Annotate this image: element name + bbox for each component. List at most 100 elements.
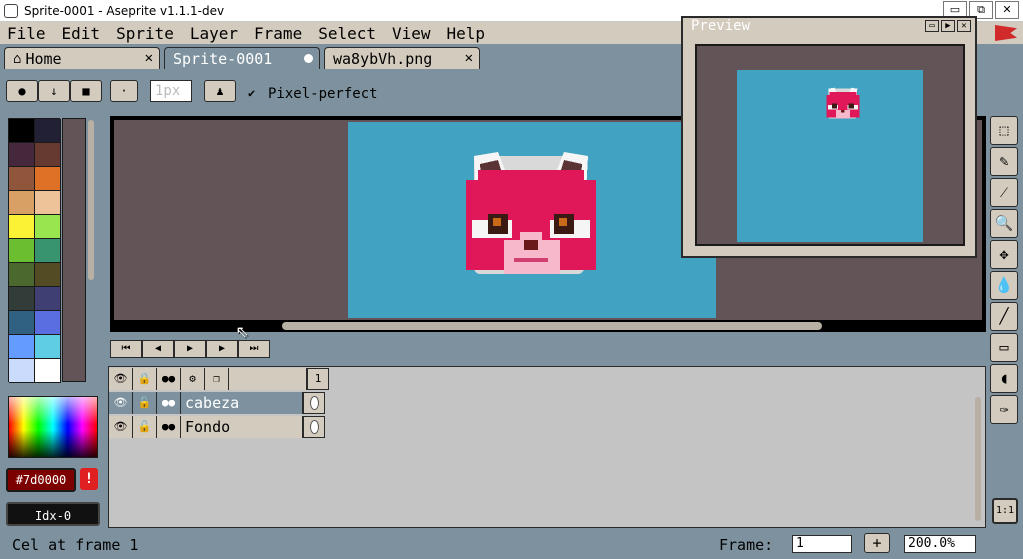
timeline-scrollbar[interactable] [975, 397, 981, 521]
layer-name[interactable]: cabeza [181, 392, 303, 414]
menu-select[interactable]: Select [311, 24, 385, 43]
palette-swatch[interactable] [35, 239, 61, 263]
continuous-icon[interactable]: ●● [157, 416, 181, 438]
layer-row-cabeza[interactable]: 👁 🔓 ●● cabeza [109, 391, 325, 415]
gear-icon[interactable]: ⚙ [181, 368, 205, 390]
palette-swatch[interactable] [35, 191, 61, 215]
move-icon[interactable]: ✥ [990, 240, 1018, 269]
tab-wa8ybvh[interactable]: wa8ybVh.png ✕ [324, 47, 480, 69]
eye-icon[interactable]: 👁 [109, 416, 133, 438]
color-spectrum[interactable] [8, 396, 98, 458]
eyedropper-icon[interactable]: ⁄ [990, 178, 1018, 207]
line-icon[interactable]: ╱ [990, 302, 1018, 331]
unlock-icon[interactable]: 🔓 [133, 416, 157, 438]
palette-swatch[interactable] [9, 287, 35, 311]
frame-header-1[interactable]: 1 [307, 368, 329, 390]
onion-skin-icon[interactable]: ❐ [205, 368, 229, 390]
palette-swatch[interactable] [9, 167, 35, 191]
menu-sprite[interactable]: Sprite [109, 24, 183, 43]
preview-view[interactable] [695, 44, 965, 246]
animation-controls: ⏮ ◀ ▶ ▶ ⏭ [110, 340, 270, 358]
close-button[interactable]: ✕ [995, 1, 1019, 19]
brush-size-input[interactable]: 1px [150, 80, 192, 102]
tab-close-icon[interactable]: ✕ [145, 50, 153, 66]
menu-frame[interactable]: Frame [247, 24, 311, 43]
layer-name[interactable]: Fondo [181, 416, 303, 438]
preview-window: Preview ▭ ▶ ✕ [681, 16, 977, 258]
palette-swatch[interactable] [9, 311, 35, 335]
tab-sprite-0001[interactable]: Sprite-0001 [164, 47, 320, 69]
palette-swatch[interactable] [9, 335, 35, 359]
brush-type-line-button[interactable]: ■ [70, 80, 102, 102]
palette-swatch[interactable] [35, 167, 61, 191]
palette-swatch[interactable] [35, 287, 61, 311]
menu-layer[interactable]: Layer [183, 24, 247, 43]
cel-icon[interactable] [303, 392, 325, 414]
foreground-color-button[interactable]: #7d0000 [6, 468, 76, 492]
aseprite-app-icon [4, 3, 18, 18]
rectangular-marquee-icon[interactable]: ⬚ [990, 116, 1018, 145]
pencil-icon[interactable]: ✎ [990, 147, 1018, 176]
zoom-icon[interactable]: 🔍 [990, 209, 1018, 238]
editor-horizontal-scrollbar[interactable] [282, 322, 822, 330]
palette-swatch[interactable] [35, 311, 61, 335]
brush-type-circle-button[interactable]: ● [6, 80, 38, 102]
palette-swatch[interactable] [9, 143, 35, 167]
brush-custom-button[interactable]: · [110, 80, 138, 102]
cel-icon[interactable] [303, 416, 325, 438]
menu-help[interactable]: Help [440, 24, 495, 43]
palette-swatch[interactable] [35, 359, 61, 383]
tab-home[interactable]: ⌂ Home ✕ [4, 47, 160, 69]
pixel-perfect-checkbox[interactable]: ✔ [248, 86, 255, 100]
first-frame-button[interactable]: ⏮ [110, 340, 142, 358]
window-title: Sprite-0001 - Aseprite v1.1.1-dev [24, 3, 225, 18]
menu-edit[interactable]: Edit [55, 24, 110, 43]
flag-icon [995, 25, 1017, 41]
lock-icon[interactable]: 🔒 [133, 368, 157, 390]
play-button[interactable]: ▶ [174, 340, 206, 358]
menu-view[interactable]: View [385, 24, 440, 43]
preview-mode-button[interactable]: ▭ [925, 20, 939, 32]
paint-bucket-icon[interactable]: 💧 [990, 271, 1018, 300]
continuous-icon[interactable]: ●● [157, 392, 181, 414]
background-color-button[interactable]: Idx-0 [6, 502, 100, 526]
palette-swatch[interactable] [9, 215, 35, 239]
zoom-input[interactable]: 200.0% [904, 535, 976, 553]
rectangle-icon[interactable]: ▭ [990, 333, 1018, 362]
unlock-icon[interactable]: 🔓 [133, 392, 157, 414]
palette-swatch[interactable] [35, 263, 61, 287]
ink-type-button[interactable]: ♟ [204, 80, 236, 102]
contour-icon[interactable]: ◖ [990, 364, 1018, 393]
eye-icon[interactable]: 👁 [109, 392, 133, 414]
palette-swatch[interactable] [35, 335, 61, 359]
palette-swatch[interactable] [9, 263, 35, 287]
news-flag-button[interactable] [990, 22, 1023, 44]
sprite-canvas[interactable] [348, 122, 716, 318]
warning-icon[interactable]: ! [80, 468, 98, 490]
next-frame-button[interactable]: ▶ [206, 340, 238, 358]
zoom-reset-button[interactable]: 1:1 [992, 498, 1018, 524]
add-frame-button[interactable]: + [864, 533, 890, 553]
preview-close-button[interactable]: ✕ [957, 20, 971, 32]
palette-swatch[interactable] [35, 143, 61, 167]
palette-swatch[interactable] [9, 191, 35, 215]
tab-close-icon[interactable]: ✕ [465, 50, 473, 66]
palette-swatch[interactable] [35, 215, 61, 239]
layer-row-fondo[interactable]: 👁 🔓 ●● Fondo [109, 415, 325, 439]
eye-icon[interactable]: 👁 [109, 368, 133, 390]
brush-type-square-button[interactable]: ↓ [38, 80, 70, 102]
continuous-icon[interactable]: ●● [157, 368, 181, 390]
tab-label: Home [25, 49, 62, 68]
spray-icon[interactable]: ✑ [990, 395, 1018, 424]
preview-play-button[interactable]: ▶ [941, 20, 955, 32]
last-frame-button[interactable]: ⏭ [238, 340, 270, 358]
palette-swatch[interactable] [9, 239, 35, 263]
previous-frame-button[interactable]: ◀ [142, 340, 174, 358]
frame-input[interactable]: 1 [792, 535, 852, 553]
menu-file[interactable]: File [0, 24, 55, 43]
palette-swatch[interactable] [35, 119, 61, 143]
palette-swatch[interactable] [9, 359, 35, 383]
palette-scrollbar[interactable] [88, 120, 94, 280]
home-icon: ⌂ [13, 50, 22, 67]
palette-swatch[interactable] [9, 119, 35, 143]
